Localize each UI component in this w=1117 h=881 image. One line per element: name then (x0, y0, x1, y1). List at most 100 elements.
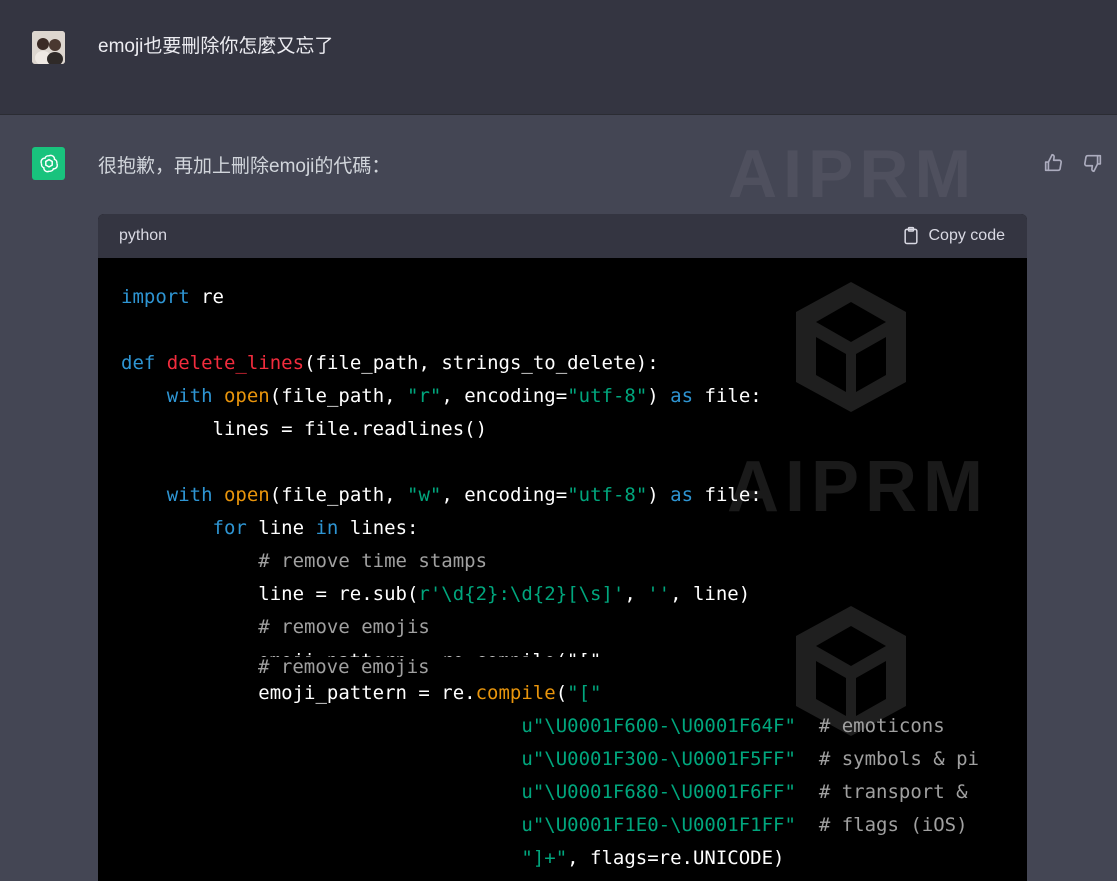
thumbs-up-icon[interactable] (1042, 152, 1066, 176)
code-token: r'\d{2}:\d{2}[\s]' (418, 583, 625, 605)
code-token: file: (693, 484, 762, 506)
code-token: open (223, 484, 270, 506)
code-token: delete_lines (166, 352, 305, 374)
code-line: with open(file_path, "w", encoding="utf-… (121, 479, 979, 512)
code-token: as (670, 385, 694, 407)
assistant-message-row: 很抱歉，再加上刪除emoji的代碼： AIPRM python Copy cod… (0, 115, 1117, 881)
code-line: "]+", flags=re.UNICODE) (121, 842, 979, 875)
clipboard-icon (903, 226, 918, 245)
code-token: compile (475, 682, 556, 704)
code-token: re (189, 286, 224, 308)
code-token: emoji_pattern = re. (121, 682, 476, 704)
code-token: # remove time stamps (258, 550, 488, 572)
code-token: u"\U0001F1E0-\U0001F1FF" (521, 814, 796, 836)
code-token: , encoding= (441, 484, 568, 506)
code-token: # remove emojis (258, 616, 430, 638)
code-token: "]+" (521, 847, 568, 869)
code-token: lines = file.readlines() (121, 418, 488, 440)
code-token: (file_path, strings_to_delete): (304, 352, 659, 374)
code-token: (file_path, (269, 484, 408, 506)
code-token: (file_path, (269, 385, 408, 407)
code-token: # symbols & pi (818, 748, 979, 770)
user-avatar (32, 31, 65, 64)
code-token: "utf-8" (567, 385, 648, 407)
code-token: , (624, 583, 648, 605)
code-token: import (121, 286, 190, 308)
code-token: "r" (407, 385, 442, 407)
code-block: python Copy code AIPRM import re def del… (98, 214, 1027, 881)
code-token: file: (693, 385, 762, 407)
user-message-text: emoji也要刪除你怎麼又忘了 (98, 36, 334, 57)
watermark-text: AIPRM (728, 136, 978, 212)
code-token: lines: (338, 517, 419, 539)
code-line: with open(file_path, "r", encoding="utf-… (121, 380, 979, 413)
code-token: with (166, 385, 213, 407)
code-token: "w" (407, 484, 442, 506)
code-token: '' (647, 583, 671, 605)
code-line: emoji_pattern = re.compile("[" (121, 677, 979, 710)
code-block-header: python Copy code (98, 214, 1027, 258)
code-token: for (212, 517, 247, 539)
code-line: def delete_lines(file_path, strings_to_d… (121, 347, 979, 380)
code-token: # emoticons (818, 715, 945, 737)
code-token: u"\U0001F600-\U0001F64F" (521, 715, 796, 737)
copy-code-button[interactable]: Copy code (901, 226, 1006, 246)
code-token: with (166, 484, 213, 506)
code-line: # remove time stamps (121, 545, 979, 578)
user-message-row: emoji也要刪除你怎麼又忘了 (0, 0, 1117, 115)
code-token: ) (647, 385, 671, 407)
code-line: u"\U0001F300-\U0001F5FF" # symbols & pi (121, 743, 979, 776)
ghost-comment-line: # remove emojis (258, 656, 430, 678)
code-token: in (315, 517, 339, 539)
code-token: open (223, 385, 270, 407)
code-token: , flags=re.UNICODE) (567, 847, 785, 869)
code-line: for line in lines: (121, 512, 979, 545)
code-line: u"\U0001F600-\U0001F64F" # emoticons (121, 710, 979, 743)
code-language-label: python (119, 227, 168, 244)
code-token: line (246, 517, 316, 539)
openai-logo-icon (32, 147, 65, 180)
code-token: line = re.sub( (121, 583, 419, 605)
code-line: # remove emojis (121, 611, 979, 644)
code-token: , encoding= (441, 385, 568, 407)
assistant-message-text: 很抱歉，再加上刪除emoji的代碼： (98, 156, 391, 177)
thumbs-down-icon[interactable] (1082, 152, 1106, 176)
code-token: # flags (iOS) (818, 814, 968, 836)
code-line: line = re.sub(r'\d{2}:\d{2}[\s]', '', li… (121, 578, 979, 611)
code-token: u"\U0001F680-\U0001F6FF" (521, 781, 796, 803)
code-body[interactable]: AIPRM import re def delete_lines(file_pa… (98, 258, 1027, 881)
code-token: u"\U0001F300-\U0001F5FF" (521, 748, 796, 770)
code-line: lines = file.readlines() (121, 413, 979, 446)
code-token: ( (555, 682, 568, 704)
code-token: def (121, 352, 156, 374)
code-token: as (670, 484, 694, 506)
code-text: import re def delete_lines(file_path, st… (121, 281, 979, 875)
code-token: # transport & (818, 781, 968, 803)
code-line: u"\U0001F680-\U0001F6FF" # transport & (121, 776, 979, 809)
code-line: u"\U0001F1E0-\U0001F1FF" # flags (iOS) (121, 809, 979, 842)
code-line: import re (121, 281, 979, 314)
code-token: ) (647, 484, 671, 506)
copy-code-label: Copy code (928, 227, 1006, 244)
code-token: "[" (567, 682, 602, 704)
code-token: , line) (670, 583, 751, 605)
